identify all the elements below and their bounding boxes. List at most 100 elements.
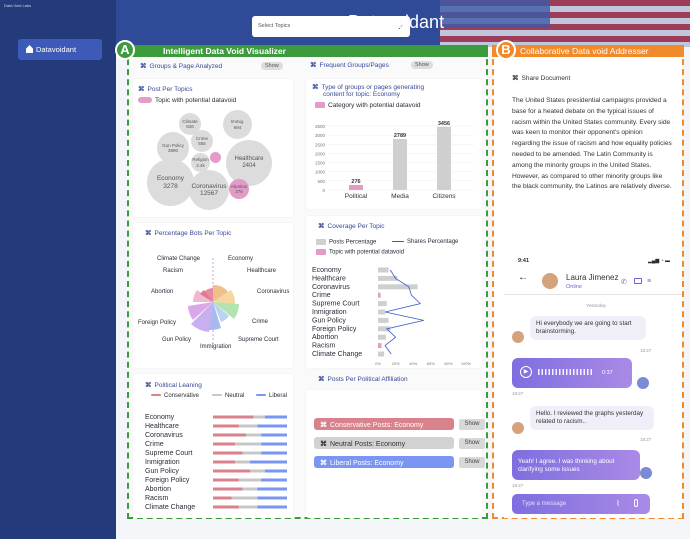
- bubble-void-small[interactable]: [210, 152, 221, 163]
- coverage-bar[interactable]: [378, 267, 389, 273]
- frequent-show-button[interactable]: Show: [411, 61, 433, 69]
- leaning-segment[interactable]: [231, 496, 258, 500]
- contact-name: Laura Jimenez: [566, 273, 619, 282]
- leaning-topic-label: Supreme Court: [145, 450, 193, 457]
- leaning-segment[interactable]: [213, 451, 243, 455]
- neutral-posts-bar[interactable]: ⌘ Neutral Posts: Economy Show: [314, 437, 485, 449]
- coverage-bar[interactable]: [378, 292, 381, 298]
- coverage-bar[interactable]: [378, 351, 385, 357]
- attach-icon[interactable]: ⌇: [616, 499, 620, 508]
- coverage-bar[interactable]: [378, 334, 386, 340]
- bots-label: Economy: [228, 256, 254, 262]
- leaning-segment[interactable]: [235, 442, 262, 446]
- leaning-segment[interactable]: [264, 415, 287, 419]
- leaning-segment[interactable]: [213, 469, 250, 473]
- type-groups-subtitle: content for topic: Economy: [323, 91, 400, 98]
- bubble-immigration[interactable]: Immig. 694: [223, 110, 252, 139]
- leaning-segment[interactable]: [213, 415, 254, 419]
- leaning-segment[interactable]: [261, 451, 287, 455]
- leaning-segment[interactable]: [246, 433, 262, 437]
- leaning-segment[interactable]: [213, 424, 239, 428]
- liberal-posts-bar[interactable]: ⌘ Liberal Posts: Economy Show: [314, 456, 485, 468]
- leaning-segment[interactable]: [242, 487, 258, 491]
- day-label: Yesterday: [586, 303, 606, 308]
- leaning-segment[interactable]: [213, 433, 247, 437]
- voice-message[interactable]: ▶ 0:37: [512, 358, 632, 388]
- conservative-posts-bar[interactable]: ⌘ Conservative Posts: Economy Show: [314, 418, 485, 430]
- y-tick-label: 3500: [315, 124, 326, 129]
- share-document-title[interactable]: ⌘ Share Document: [512, 74, 570, 82]
- bubble-coronavirus[interactable]: Coronavirus 12567: [189, 170, 229, 210]
- leaning-segment[interactable]: [213, 496, 232, 500]
- leaning-segment[interactable]: [235, 460, 250, 464]
- coverage-topic-label: Foreign Policy: [312, 326, 357, 333]
- leaning-legend-conservative: Conservative: [151, 393, 199, 399]
- leaning-segment[interactable]: [257, 505, 287, 509]
- coverage-topic-label: Abortion: [312, 334, 338, 341]
- microphone-icon[interactable]: [634, 499, 638, 507]
- leaning-segment[interactable]: [238, 424, 258, 428]
- coverage-topic-label: Racism: [312, 343, 336, 350]
- video-call-icon[interactable]: [634, 278, 642, 284]
- bots-label: Healthcare: [247, 268, 277, 274]
- back-arrow-icon[interactable]: ←: [518, 272, 528, 283]
- leaning-segment[interactable]: [250, 469, 265, 473]
- leaning-segment[interactable]: [261, 433, 287, 437]
- command-icon: ⌘: [145, 230, 152, 237]
- coverage-bar[interactable]: [378, 317, 389, 323]
- show-neutral-button[interactable]: Show: [459, 438, 485, 449]
- leaning-segment[interactable]: [213, 487, 243, 491]
- leaning-segment[interactable]: [213, 478, 239, 482]
- coverage-bar[interactable]: [378, 301, 387, 307]
- leaning-segment[interactable]: [257, 487, 287, 491]
- menu-icon[interactable]: ≡: [647, 278, 651, 285]
- leaning-segment[interactable]: [261, 442, 287, 446]
- leaning-segment[interactable]: [238, 478, 262, 482]
- leaning-segment[interactable]: [213, 460, 236, 464]
- coverage-bar[interactable]: [378, 309, 386, 315]
- leaning-segment[interactable]: [213, 505, 239, 509]
- coverage-bar[interactable]: [378, 343, 382, 349]
- leaning-segment[interactable]: [250, 460, 287, 464]
- bar[interactable]: [349, 184, 363, 190]
- legend-swatch: [315, 102, 325, 109]
- command-icon: ⌘: [512, 75, 519, 82]
- leaning-segment[interactable]: [264, 469, 287, 473]
- legend-swatch: [316, 239, 326, 245]
- phone-call-icon[interactable]: ✆: [621, 278, 627, 286]
- coverage-bar[interactable]: [378, 284, 418, 290]
- sidebar-item-datavoidant[interactable]: Datavoidant: [18, 39, 102, 60]
- bar[interactable]: [393, 139, 407, 190]
- divider: [504, 294, 682, 295]
- bar[interactable]: [437, 126, 451, 190]
- leaning-topic-label: Racism: [145, 495, 169, 502]
- message-input[interactable]: Type a message ⌇: [512, 494, 650, 514]
- coverage-title: ⌘ Coverage Per Topic: [318, 223, 385, 230]
- leaning-segment[interactable]: [238, 505, 258, 509]
- coverage-topic-label: Healthcare: [312, 275, 346, 282]
- x-tick-label: 40%: [409, 361, 417, 366]
- leaning-segment[interactable]: [213, 442, 236, 446]
- play-icon[interactable]: ▶: [520, 366, 532, 378]
- bubble-crime[interactable]: Crime 555: [191, 130, 213, 152]
- post-per-topic-title: ⌘ Post Per Topics: [138, 86, 193, 93]
- x-category-label: Citizens: [432, 193, 456, 200]
- leaning-segment[interactable]: [261, 478, 287, 482]
- waveform: [538, 369, 593, 375]
- leaning-segment[interactable]: [242, 451, 262, 455]
- bots-label: Gun Policy: [162, 337, 192, 343]
- show-liberal-button[interactable]: Show: [459, 457, 485, 468]
- badge-a: A: [115, 40, 135, 60]
- coverage-topic-label: Gun Policy: [312, 317, 346, 324]
- message-input-placeholder: Type a message: [522, 501, 567, 507]
- bubble-economy[interactable]: Economy 3278: [147, 159, 194, 206]
- bubble-healthcare[interactable]: Healthcare 2404: [226, 140, 272, 186]
- contact-status: Online: [566, 284, 582, 290]
- groups-show-button[interactable]: Show: [261, 62, 283, 70]
- leaning-segment[interactable]: [253, 415, 265, 419]
- show-conservative-button[interactable]: Show: [459, 419, 485, 430]
- leaning-segment[interactable]: [257, 496, 287, 500]
- x-category-label: Media: [391, 193, 409, 200]
- bubble-abortion[interactable]: Abortion 276: [229, 179, 249, 199]
- leaning-segment[interactable]: [257, 424, 287, 428]
